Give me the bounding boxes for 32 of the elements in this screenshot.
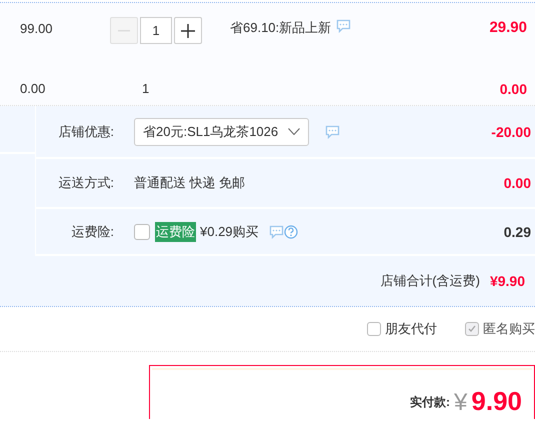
shipping-label: 运送方式: <box>57 174 115 192</box>
shipping-method: 普通配送 快递 免邮 <box>134 174 246 192</box>
coupon-label: 店铺优惠: <box>57 122 115 140</box>
insurance-amount: 0.29 <box>504 224 532 240</box>
plus-icon <box>181 24 195 38</box>
item-subtotal: 29.90 <box>489 19 528 36</box>
help-icon[interactable] <box>284 224 298 238</box>
unit-price: 99.00 <box>19 20 54 36</box>
payment-amount: 9.90 <box>471 386 522 417</box>
promotion-text: 省69.10:新品上新 <box>230 19 332 37</box>
chevron-down-icon <box>288 128 300 135</box>
insurance-checkbox[interactable] <box>134 224 150 240</box>
unit-price: 0.00 <box>19 81 46 96</box>
store-total-label: 店铺合计(含运费) <box>380 272 480 290</box>
insurance-tag: 运费险 <box>155 222 196 242</box>
insurance-price: ¥0.29购买 <box>200 222 259 240</box>
item-subtotal: 0.00 <box>500 81 528 97</box>
check-icon <box>467 324 477 334</box>
quantity-text: 1 <box>141 81 150 96</box>
increase-button[interactable] <box>174 17 202 44</box>
quantity-input[interactable]: 1 <box>140 17 172 44</box>
chat-icon[interactable] <box>336 19 352 33</box>
shipping-amount: 0.00 <box>504 175 532 191</box>
payment-label: 实付款: <box>410 394 450 411</box>
store-total-amount: ¥9.90 <box>490 273 525 289</box>
chat-icon[interactable] <box>325 124 340 138</box>
coupon-dropdown[interactable]: 省20元:SL1乌龙茶1026 <box>134 118 310 146</box>
chat-icon[interactable] <box>268 224 284 238</box>
coupon-amount: -20.00 <box>491 124 532 140</box>
insurance-label: 运费险: <box>70 222 115 240</box>
currency-symbol: ¥ <box>454 389 468 417</box>
option-checkbox[interactable]: 朋友代付 <box>367 320 437 338</box>
